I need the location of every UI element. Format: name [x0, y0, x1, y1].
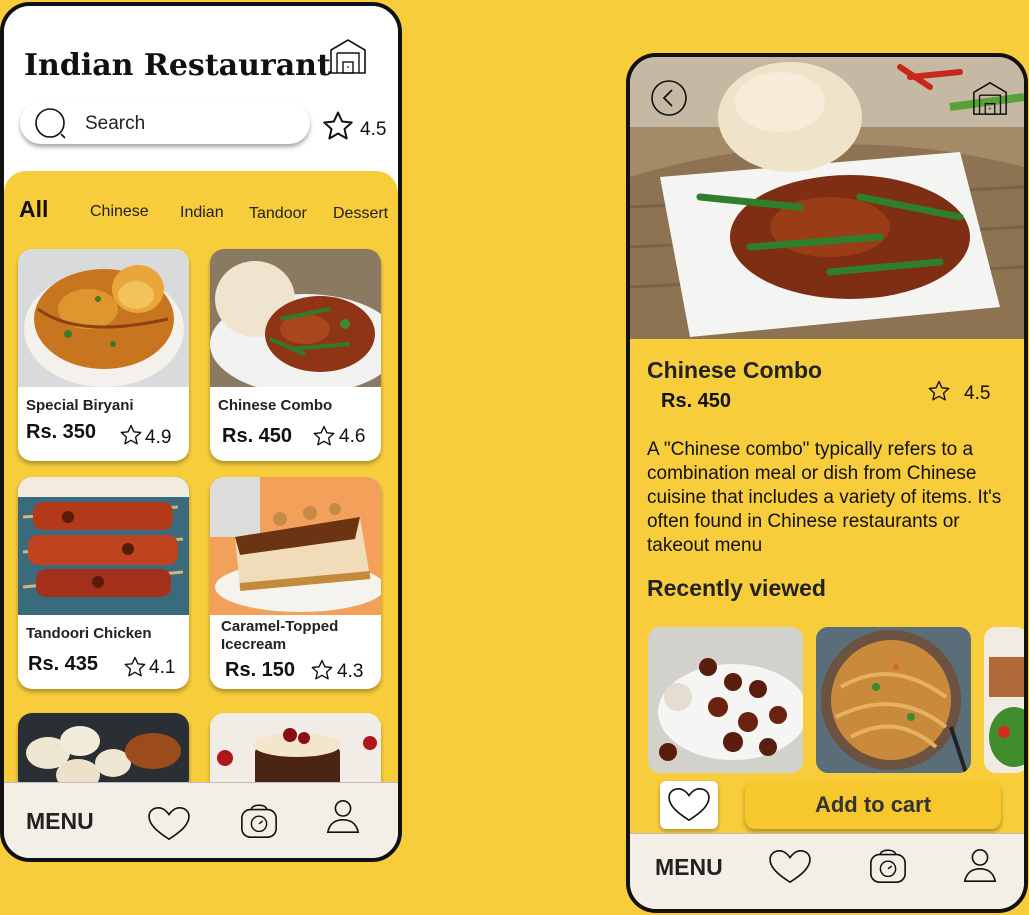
star-icon — [118, 423, 144, 447]
recent-item-salad[interactable] — [984, 627, 1028, 773]
tab-tandoor[interactable]: Tandoor — [249, 205, 307, 223]
item-price: Rs. 435 — [28, 653, 99, 675]
store-icon[interactable] — [327, 36, 369, 76]
store-icon[interactable] — [970, 79, 1010, 117]
chinese-combo-hero-image — [630, 57, 1024, 339]
star-icon — [320, 109, 356, 143]
favorite-button[interactable] — [660, 781, 718, 829]
biryani-image — [18, 249, 189, 387]
search-input[interactable]: Search — [20, 102, 310, 144]
item-price: Rs. 350 — [26, 421, 97, 443]
heart-icon — [666, 786, 712, 824]
star-icon — [309, 658, 335, 682]
tab-indian[interactable]: Indian — [180, 204, 224, 222]
item-name-line2: Icecream — [221, 636, 287, 653]
restaurant-title: Indian Restaurant — [24, 48, 331, 83]
bag-icon[interactable] — [867, 845, 909, 885]
detail-screen: Chinese Combo Rs. 450 4.5 A "Chinese com… — [626, 53, 1028, 913]
profile-icon[interactable] — [324, 797, 362, 835]
recent-item-noodles[interactable] — [816, 627, 971, 773]
food-card-chinese-combo[interactable]: Chinese Combo Rs. 450 4.6 — [210, 249, 381, 461]
momos-image — [18, 713, 189, 793]
bottom-nav: MENU — [4, 782, 398, 858]
tandoori-chicken-image — [18, 477, 189, 615]
home-header: Indian Restaurant Search 4.5 — [4, 6, 398, 174]
item-price: Rs. 450 — [222, 425, 293, 447]
menu-button[interactable]: MENU — [26, 808, 94, 835]
food-card-cake[interactable] — [210, 713, 381, 793]
chinese-combo-image — [210, 249, 381, 387]
star-icon — [311, 424, 337, 448]
item-name: Tandoori Chicken — [26, 625, 152, 642]
item-name: Chinese Combo — [218, 397, 333, 414]
cake-image — [210, 713, 381, 793]
caramel-icecream-image — [210, 477, 381, 615]
tab-all[interactable]: All — [19, 196, 48, 223]
item-rating: 4.6 — [339, 426, 366, 447]
bottom-nav: MENU — [630, 833, 1024, 909]
profile-icon[interactable] — [961, 846, 999, 884]
dish-price: Rs. 450 — [661, 390, 732, 412]
back-button[interactable] — [650, 79, 688, 117]
rating-value: 4.5 — [964, 383, 991, 404]
item-rating: 4.9 — [145, 427, 172, 448]
menu-body: All Chinese Indian Tandoor Dessert Speci… — [4, 171, 398, 793]
add-to-cart-button[interactable]: Add to cart — [745, 781, 1001, 829]
search-icon — [35, 108, 66, 139]
food-card-tandoori-chicken[interactable]: Tandoori Chicken Rs. 435 4.1 — [18, 477, 189, 689]
dish-title: Chinese Combo — [647, 357, 823, 383]
item-price: Rs. 150 — [225, 659, 296, 681]
star-icon — [926, 379, 952, 403]
item-name: Caramel-Topped Icecream — [221, 618, 338, 654]
bag-icon[interactable] — [238, 800, 280, 840]
rating-value: 4.5 — [360, 119, 387, 140]
heart-icon[interactable] — [146, 805, 192, 843]
dish-description: A "Chinese combo" typically refers to a … — [647, 439, 1002, 556]
recently-viewed-heading: Recently viewed — [647, 575, 826, 601]
menu-button[interactable]: MENU — [655, 854, 723, 881]
restaurant-rating: 4.5 — [320, 109, 386, 148]
food-card-biryani[interactable]: Special Biryani Rs. 350 4.9 — [18, 249, 189, 461]
home-screen: Indian Restaurant Search 4.5 All Chinese… — [0, 2, 402, 862]
item-rating: 4.3 — [337, 661, 364, 682]
dish-rating: 4.5 — [926, 379, 990, 408]
tab-dessert[interactable]: Dessert — [333, 205, 388, 223]
food-card-momos[interactable] — [18, 713, 189, 793]
star-icon — [122, 655, 148, 679]
food-card-caramel-icecream[interactable]: Caramel-Topped Icecream Rs. 150 4.3 — [210, 477, 381, 689]
item-name: Special Biryani — [26, 397, 134, 414]
tab-chinese[interactable]: Chinese — [90, 203, 149, 221]
search-placeholder: Search — [85, 113, 146, 134]
heart-icon[interactable] — [767, 848, 813, 886]
item-rating: 4.1 — [149, 657, 176, 678]
item-name-line1: Caramel-Topped — [221, 618, 339, 635]
recent-item-canele[interactable] — [648, 627, 803, 773]
